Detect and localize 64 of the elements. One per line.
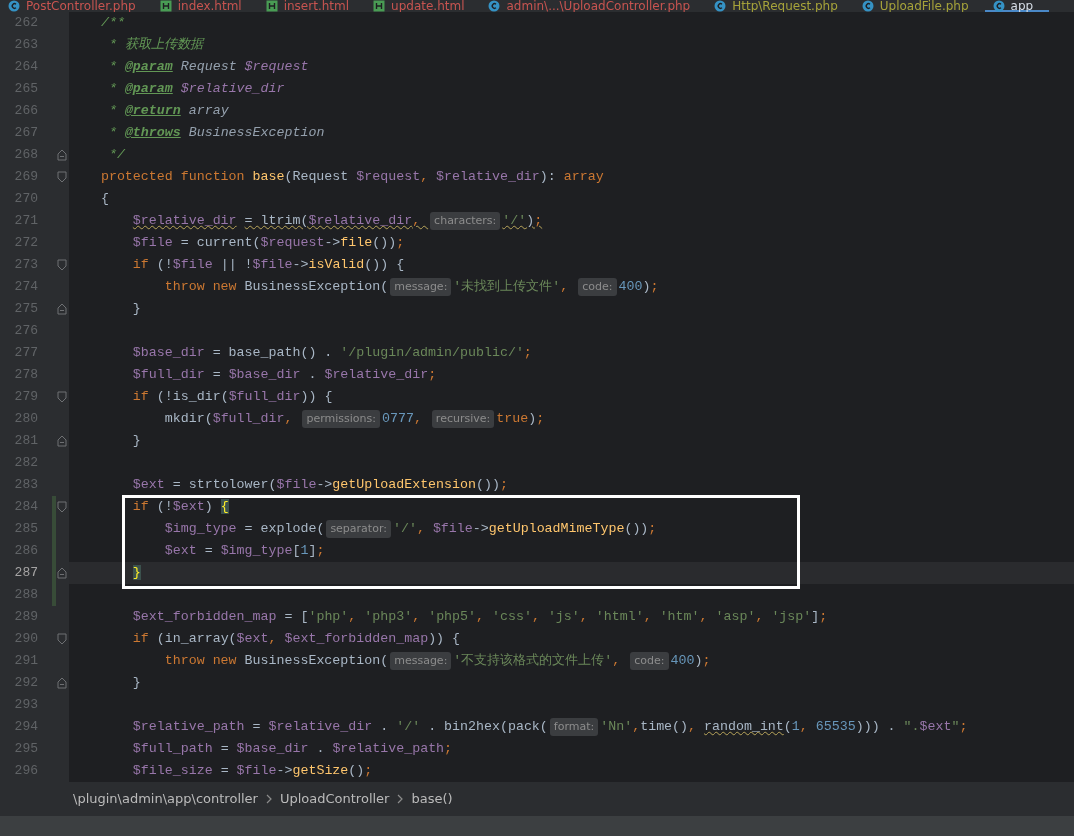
code-text: $full_dir = $base_dir . $relative_dir; (131, 366, 437, 385)
code-text: * @throws BusinessException (107, 124, 325, 143)
code-text: $ext = $img_type[1]; (163, 542, 325, 561)
code-text: * @param Request $request (107, 58, 309, 77)
breadcrumb-item[interactable]: base() (411, 789, 453, 809)
code-text: if (!$file || !$file->isValid()) { (131, 256, 405, 275)
code-text: 400); (670, 652, 711, 671)
code-text: { (99, 190, 109, 209)
editor-tab[interactable]: UploadFile.php (853, 0, 985, 12)
code-text: $relative_dir = ltrim($relative_dir, (131, 212, 422, 231)
code-text: protected function base(Request $request, $relative_dir): array (99, 168, 604, 187)
code-text: } (131, 674, 141, 693)
breadcrumb-item[interactable]: UploadController (279, 789, 390, 809)
chevron-icon (397, 794, 404, 804)
code-text: '/'); (502, 212, 543, 231)
parameter-hint: characters: (430, 212, 501, 230)
code-text: $base_dir = base_path() . '/plugin/admin/public/'; (131, 344, 532, 363)
code-text: mkdir($full_dir, (163, 410, 294, 429)
editor-tab[interactable]: index.html (151, 0, 258, 12)
editor-tab[interactable]: Http\Request.php (706, 0, 854, 12)
code-text: 400); (618, 278, 659, 297)
code-text: */ (107, 146, 125, 165)
code-text: * 获取上传数据 (107, 36, 203, 55)
parameter-hint: recursive: (431, 410, 495, 428)
code-text: $relative_path = $relative_dir . '/' . bin2hex(pack( (131, 718, 548, 737)
code-text: /** (99, 14, 125, 33)
line-number: 287 (13, 564, 38, 583)
code-text: } (131, 432, 141, 451)
parameter-hint: format: (549, 718, 599, 736)
code-text: throw new BusinessException( (163, 652, 389, 671)
breadcrumb-item[interactable]: \plugin\admin\app\controller (73, 789, 258, 809)
parameter-hint: separator: (326, 520, 391, 538)
editor-tab[interactable]: PostController.php (0, 0, 152, 12)
parameter-hint: message: (390, 278, 452, 296)
code-text: $img_type = explode( (163, 520, 325, 539)
code-text: $file = current($request->file()); (131, 234, 405, 253)
editor-tab[interactable]: admin\...\UploadController.php (480, 0, 707, 12)
code-text: * @param $relative_dir (107, 80, 285, 99)
parameter-hint: code: (630, 652, 669, 670)
code-text: $file_size = $file->getSize(); (131, 762, 373, 781)
class-file-icon (8, 0, 20, 12)
code-text: } (131, 300, 141, 319)
code-text: '不支持该格式的文件上传', (453, 652, 622, 671)
code-text: $ext_forbidden_map = ['php', 'php3', 'php5', 'css', 'js', 'html', 'htm', 'asp', 'jsp']; (131, 608, 828, 627)
code-text: if (!$ext) { (131, 498, 229, 517)
code-text: throw new BusinessException( (163, 278, 389, 297)
editor-tab[interactable]: app (984, 0, 1050, 12)
editor-tab[interactable]: insert.html (257, 0, 366, 12)
parameter-hint: permissions: (302, 410, 380, 428)
code-text: $full_path = $base_dir . $relative_path; (131, 740, 453, 759)
code-text: 0777, (381, 410, 423, 429)
chevron-icon (265, 794, 272, 804)
editor-tab[interactable]: update.html (365, 0, 481, 12)
code-text: 'Nn',time(), random_int(1, 65535))) . ".$ext"; (600, 718, 968, 737)
code-text: '未找到上传文件', (453, 278, 570, 297)
code-text: * @return array (107, 102, 229, 121)
code-text: if (in_array($ext, $ext_forbidden_map)) { (131, 630, 461, 649)
code-text: '/', $file->getUploadMimeType()); (392, 520, 657, 539)
parameter-hint: code: (578, 278, 617, 296)
code-text: true); (496, 410, 545, 429)
code-text: $ext = strtolower($file->getUploadExtension()); (131, 476, 508, 495)
code-text: if (!is_dir($full_dir)) { (131, 388, 333, 407)
parameter-hint: message: (390, 652, 452, 670)
code-text: } (131, 564, 141, 583)
